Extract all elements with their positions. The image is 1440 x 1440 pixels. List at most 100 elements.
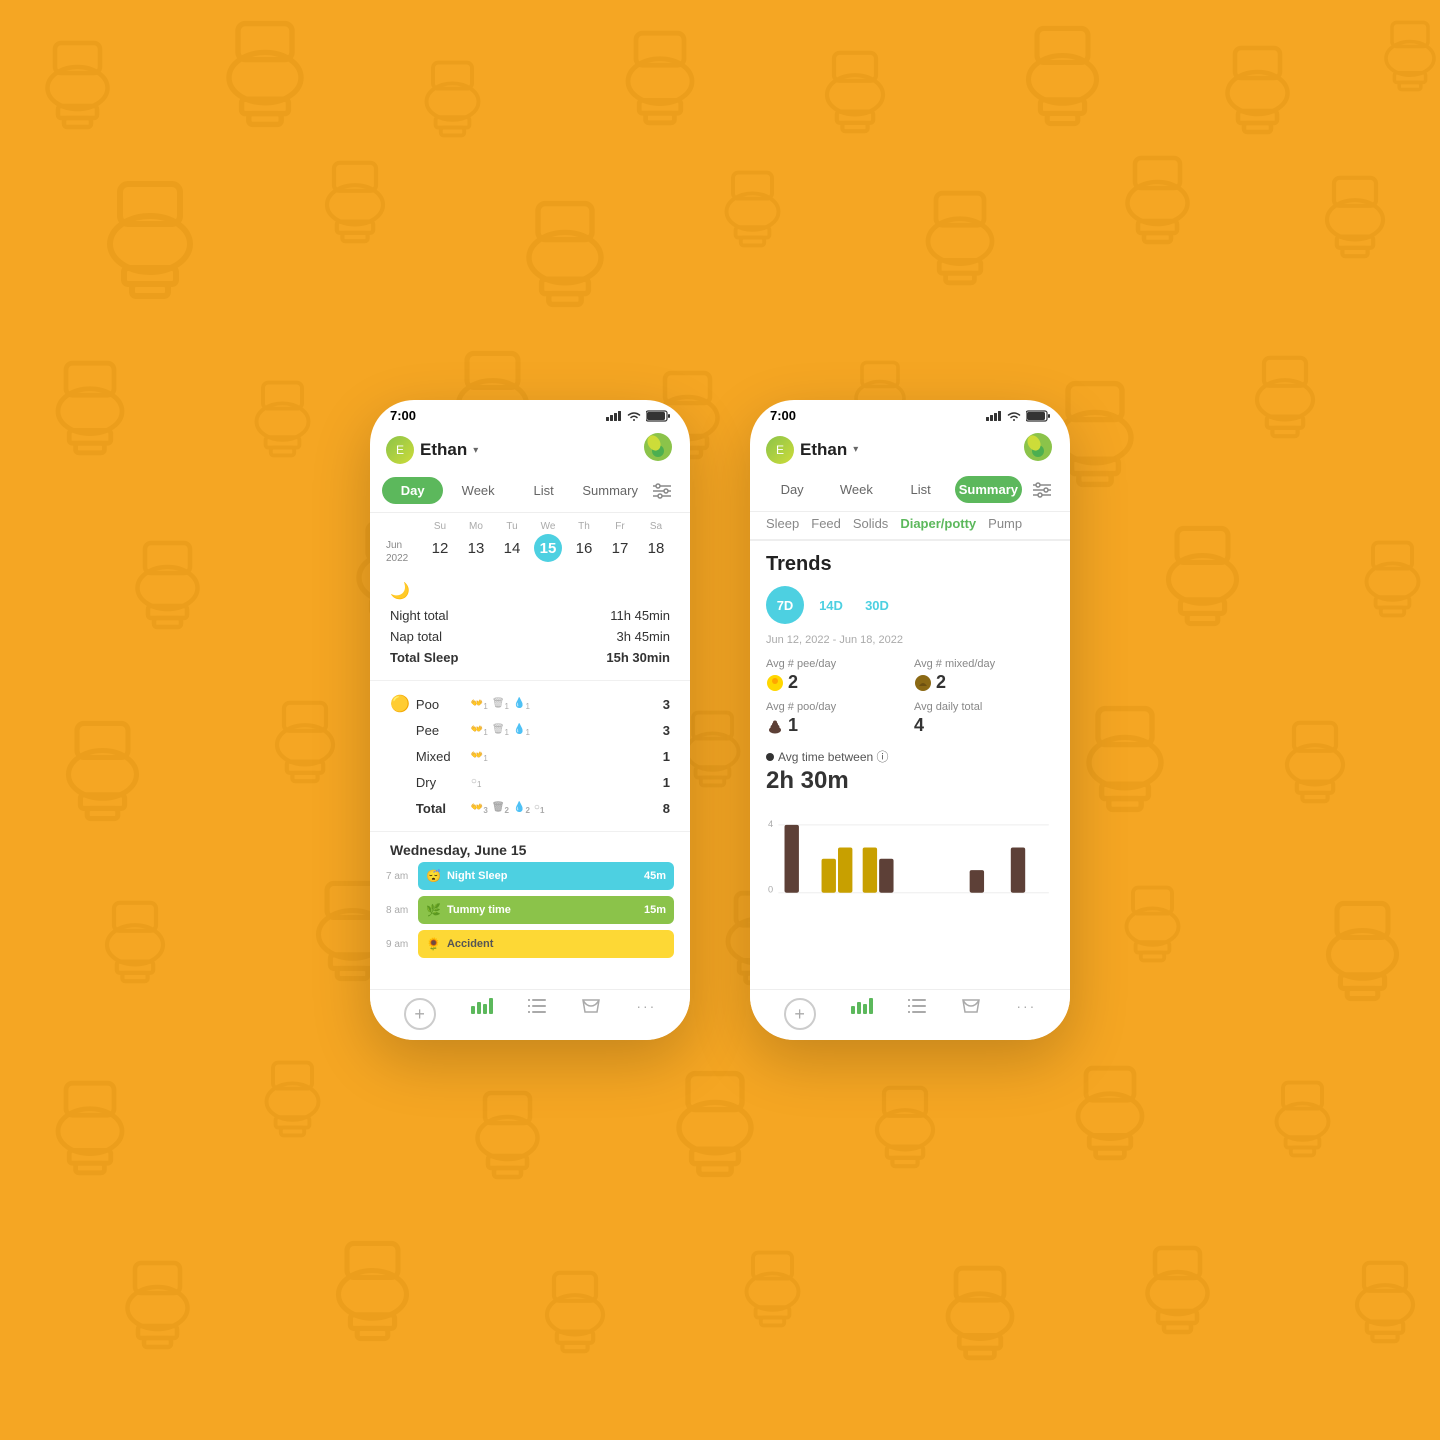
diaper-dry-row: 🟡 Dry ○1 1 xyxy=(390,769,670,795)
day-th: Th 16 xyxy=(570,521,598,562)
diaper-total-row: 🟡 Total 👐3 🗑2 💧2 ○1 8 xyxy=(390,795,670,821)
header-left: E Ethan ▾ xyxy=(370,427,690,477)
tab-week-left[interactable]: Week xyxy=(447,477,508,504)
phone-left-content: Jun2022 Su 12 Mo 13 Tu 14 xyxy=(370,513,690,989)
sleep-section: 🌙 Night total 11h 45min Nap total 3h 45m… xyxy=(370,569,690,681)
day-label: Wednesday, June 15 xyxy=(370,832,690,862)
timeline-sleep: 7 am 😴 Night Sleep 45m xyxy=(386,862,674,890)
cat-feed[interactable]: Feed xyxy=(811,516,841,541)
timeline: 7 am 😴 Night Sleep 45m 8 am 🌿 Tummy time… xyxy=(370,862,690,958)
nav-list-left[interactable] xyxy=(528,998,546,1030)
nav-list-right[interactable] xyxy=(908,998,926,1030)
nav-diaper-left[interactable] xyxy=(581,998,601,1030)
stat-mixed: Avg # mixed/day 2 xyxy=(914,658,1054,693)
cat-pump[interactable]: Pump xyxy=(988,516,1022,541)
nav-chart-left[interactable] xyxy=(471,998,493,1030)
stats-grid: Avg # pee/day 2 Avg # mixed/day xyxy=(766,658,1054,736)
avg-time-section: Avg time between ⓘ 2h 30m xyxy=(766,748,1054,795)
diaper-section: 🟡 Poo 👐1 🗑1 💧1 3 🟡 Pee 👐1 🗑1 xyxy=(370,681,690,832)
night-total-row: Night total 11h 45min xyxy=(390,605,670,626)
nav-diaper-right[interactable] xyxy=(961,998,981,1030)
sleep-duration: 45m xyxy=(644,870,666,882)
add-button-left[interactable]: + xyxy=(404,998,436,1030)
day-sa: Sa 18 xyxy=(642,521,670,562)
timeline-accident: 9 am 🌻 Accident xyxy=(386,930,674,958)
tab-week-right[interactable]: Week xyxy=(826,476,886,503)
wifi-icon xyxy=(626,410,642,422)
nap-total-row: Nap total 3h 45min xyxy=(390,626,670,647)
filter-icon-right[interactable] xyxy=(1026,476,1058,503)
chevron-down-icon-left: ▾ xyxy=(473,445,478,456)
period-30d[interactable]: 30D xyxy=(858,586,896,624)
header-right: E Ethan ▾ xyxy=(750,427,1070,476)
day-fr: Fr 17 xyxy=(606,521,634,562)
poo-icon: 🟡 xyxy=(390,694,410,714)
day-we[interactable]: We 15 xyxy=(534,521,562,562)
period-14d[interactable]: 14D xyxy=(812,586,850,624)
svg-text:4: 4 xyxy=(768,819,773,829)
tummy-icon: 🌿 xyxy=(426,903,441,917)
total-sleep-value: 15h 30min xyxy=(606,650,670,665)
diaper-mixed-row: 🟡 Mixed 👐1 1 xyxy=(390,743,670,769)
cat-solids[interactable]: Solids xyxy=(853,516,888,541)
user-name-left: Ethan xyxy=(420,440,467,460)
day-tu: Tu 14 xyxy=(498,521,526,562)
avg-time-value: 2h 30m xyxy=(766,767,1054,795)
signal-icon xyxy=(606,410,622,421)
avatar-left: E xyxy=(386,436,414,464)
tab-summary-right[interactable]: Summary xyxy=(955,476,1022,503)
tab-list-left[interactable]: List xyxy=(513,477,574,504)
bottom-nav-left: + xyxy=(370,989,690,1040)
trends-chart: 4 0 xyxy=(766,807,1054,927)
bottom-nav-right: + xyxy=(750,989,1070,1040)
status-icons-right xyxy=(986,410,1050,422)
app-logo-right xyxy=(1022,431,1054,463)
month-label: Jun2022 xyxy=(386,539,422,565)
days-row: Su 12 Mo 13 Tu 14 We 15 xyxy=(422,521,674,562)
time-left: 7:00 xyxy=(390,408,416,423)
category-tabs: Sleep Feed Solids Diaper/potty Pump xyxy=(750,512,1070,541)
phone-right-content: Trends 7D 14D 30D Jun 12, 2022 - Jun 18,… xyxy=(750,541,1070,989)
filter-icon-left[interactable] xyxy=(646,477,678,504)
nap-total-value: 3h 45min xyxy=(617,629,670,644)
wifi-icon-right xyxy=(1006,410,1022,422)
nav-more-left[interactable]: ··· xyxy=(636,998,656,1030)
trends-title: Trends xyxy=(766,553,1054,576)
user-name-right: Ethan xyxy=(800,440,847,460)
tab-summary-left[interactable]: Summary xyxy=(578,477,642,504)
night-total-value: 11h 45min xyxy=(610,608,670,623)
tab-bar-right: Day Week List Summary xyxy=(750,476,1070,512)
logo-right xyxy=(1022,431,1054,468)
nav-more-right[interactable]: ··· xyxy=(1016,998,1036,1030)
timeline-tummy: 8 am 🌿 Tummy time 15m xyxy=(386,896,674,924)
tab-day-left[interactable]: Day xyxy=(382,477,443,504)
trends-content: Trends 7D 14D 30D Jun 12, 2022 - Jun 18,… xyxy=(750,541,1070,939)
tab-list-right[interactable]: List xyxy=(891,476,951,503)
accident-label: Accident xyxy=(447,938,493,950)
app-logo-left xyxy=(642,431,674,463)
period-7d[interactable]: 7D xyxy=(766,586,804,624)
user-info-right[interactable]: E Ethan ▾ xyxy=(766,436,858,464)
tab-bar-left: Day Week List Summary xyxy=(370,477,690,513)
phone-left: 7:00 xyxy=(370,400,690,1040)
phone-right: 7:00 xyxy=(750,400,1070,1040)
add-button-right[interactable]: + xyxy=(784,998,816,1030)
cat-sleep[interactable]: Sleep xyxy=(766,516,799,541)
status-bar-right: 7:00 xyxy=(750,400,1070,427)
nav-chart-right[interactable] xyxy=(851,998,873,1030)
week-strip: Jun2022 Su 12 Mo 13 Tu 14 xyxy=(370,513,690,569)
diaper-pee-row: 🟡 Pee 👐1 🗑1 💧1 3 xyxy=(390,717,670,743)
tab-day-right[interactable]: Day xyxy=(762,476,822,503)
avg-time-label-text: Avg time between ⓘ xyxy=(778,748,889,765)
status-icons-left xyxy=(606,410,670,422)
chevron-down-icon-right: ▾ xyxy=(853,444,858,455)
tummy-duration: 15m xyxy=(644,904,666,916)
user-info-left[interactable]: E Ethan ▾ xyxy=(386,436,478,464)
phones-container: 7:00 xyxy=(370,400,1070,1040)
tummy-label: Tummy time xyxy=(447,904,511,916)
chart-area: 4 0 xyxy=(766,807,1054,927)
dot-icon xyxy=(766,753,774,761)
stat-pee: Avg # pee/day 2 xyxy=(766,658,906,693)
period-buttons: 7D 14D 30D xyxy=(766,586,1054,624)
cat-diaper[interactable]: Diaper/potty xyxy=(900,516,976,541)
